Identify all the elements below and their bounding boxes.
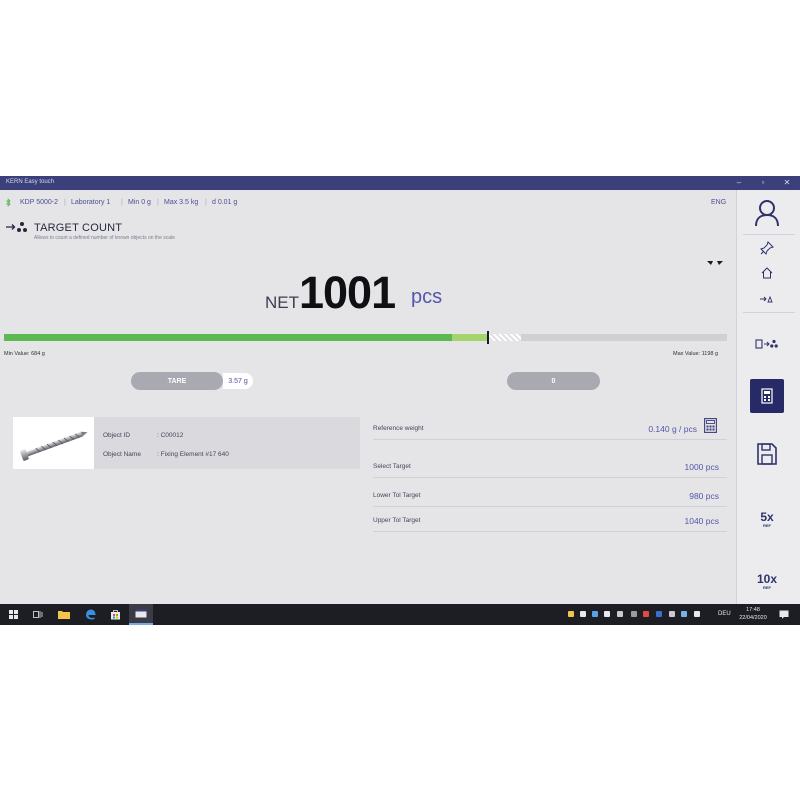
reference-weight-row[interactable]: Reference weight 0.140 g / pcs (373, 418, 727, 440)
scale-min: Min 0 g (128, 199, 151, 206)
scale-max: Max 3.5 kg (164, 199, 199, 206)
object-id-value: : C00012 (157, 432, 184, 439)
switch-mode-button[interactable] (750, 292, 784, 306)
lower-tol-label: Lower Tol Target (373, 492, 421, 499)
minimize-button[interactable]: – (728, 177, 750, 189)
edge-button[interactable] (83, 608, 97, 621)
target-count-button[interactable] (750, 379, 784, 413)
calculator-icon[interactable] (704, 418, 717, 433)
scale-info-bar: KDP 5000-2 | Laboratory 1 | Min 0 g | Ma… (0, 190, 736, 214)
calculator-icon (761, 388, 773, 404)
system-clock[interactable]: 17:48 22/04/2020 (737, 606, 769, 622)
clock-date: 22/04/2020 (739, 615, 767, 621)
screw-icon (20, 431, 88, 461)
pin-icon (760, 241, 774, 255)
reference-weight-label: Reference weight (373, 425, 424, 432)
zero-button[interactable]: 0 (507, 372, 600, 390)
mode-title: TARGET COUNT (34, 222, 123, 234)
pin-button[interactable] (750, 240, 784, 256)
home-button[interactable] (750, 266, 784, 280)
scale-model: KDP 5000-2 (20, 199, 59, 206)
explorer-icon (58, 611, 70, 619)
home-icon (761, 267, 773, 279)
app-window: KERN Easy touch – ▫ ✕ KDP 5000-2 | Labor… (0, 176, 800, 624)
clock-time: 17:48 (746, 607, 760, 613)
select-target-label: Select Target (373, 463, 411, 470)
tare-value: 3.57 g (223, 373, 253, 389)
upper-tol-value: 1040 pcs (684, 516, 720, 526)
count-value: 1001 (299, 267, 396, 318)
box-to-objects-icon (755, 339, 778, 349)
notification-icon[interactable] (779, 610, 789, 619)
scale-readability: d 0.01 g (212, 199, 238, 206)
object-id-label: Object ID (103, 432, 131, 439)
store-icon (110, 610, 120, 620)
language-selector[interactable]: ENG (711, 199, 726, 206)
explorer-button[interactable] (57, 608, 71, 621)
maximize-button[interactable]: ▫ (752, 177, 774, 189)
min-value-label: Min Value: 684 g (4, 351, 45, 357)
select-target-value: 1000 pcs (684, 462, 720, 472)
title-bar: KERN Easy touch – ▫ ✕ (0, 176, 800, 190)
window-title: KERN Easy touch (6, 179, 55, 185)
object-card[interactable]: Object ID : C00012 Object Name : Fixing … (13, 417, 360, 469)
object-name-value: : Fixing Element #17 640 (157, 451, 229, 458)
lower-tol-row[interactable]: Lower Tol Target 980 pcs (373, 485, 727, 507)
reference-weight-value: 0.140 g / pcs (648, 424, 697, 434)
right-panel: 5x REF 10x REF (736, 190, 800, 604)
save-icon (757, 443, 777, 465)
taskbar: DEU 17:48 22/04/2020 (0, 604, 800, 625)
count-unit: pcs (411, 286, 443, 308)
object-name-label: Object Name (103, 451, 141, 458)
ref-10x-sub: REF (763, 584, 771, 590)
ref-10x-button[interactable]: 10x REF (750, 570, 784, 592)
task-view-icon (33, 611, 43, 618)
max-value-label: Max Value: 1198 g (673, 351, 719, 357)
select-target-row[interactable]: Select Target 1000 pcs (373, 456, 727, 478)
weight-display: NET 1001 pcs (0, 262, 736, 322)
tolerance-zone (452, 334, 489, 341)
active-app-button[interactable] (129, 604, 153, 625)
ref-10x-label: 10x (756, 571, 778, 586)
edge-icon (85, 609, 95, 620)
object-image (13, 417, 94, 469)
target-progress-bar (4, 331, 727, 344)
ref-5x-label: 5x (760, 509, 774, 524)
progress-fill (4, 334, 453, 341)
upper-tol-row[interactable]: Upper Tol Target 1040 pcs (373, 510, 727, 532)
net-label: NET (265, 293, 299, 312)
lower-tol-value: 980 pcs (689, 491, 719, 501)
save-button[interactable] (750, 440, 784, 468)
store-button[interactable] (108, 608, 122, 621)
input-language[interactable]: DEU (718, 611, 731, 617)
mode-subtitle: Allows to count a defined number of know… (34, 235, 175, 241)
bluetooth-icon (6, 198, 11, 207)
current-value-marker (487, 331, 490, 344)
upper-tolerance-zone (488, 334, 521, 341)
count-mode-button[interactable] (750, 336, 784, 352)
windows-start-icon (8, 610, 18, 619)
ref-5x-button[interactable]: 5x REF (750, 508, 784, 530)
windows-start-button[interactable] (6, 608, 20, 621)
user-button[interactable] (750, 196, 784, 230)
ref-5x-sub: REF (763, 522, 771, 528)
scale-location: Laboratory 1 (71, 199, 111, 206)
tare-button[interactable]: TARE (131, 372, 223, 390)
upper-tol-label: Upper Tol Target (373, 517, 421, 524)
arrow-objects-icon (6, 222, 27, 232)
close-button[interactable]: ✕ (776, 177, 798, 189)
eye-icon[interactable] (706, 260, 726, 266)
task-view-button[interactable] (31, 608, 45, 621)
app-icon (135, 609, 147, 618)
arrow-objects-icon (760, 295, 773, 303)
person-icon (755, 200, 779, 227)
